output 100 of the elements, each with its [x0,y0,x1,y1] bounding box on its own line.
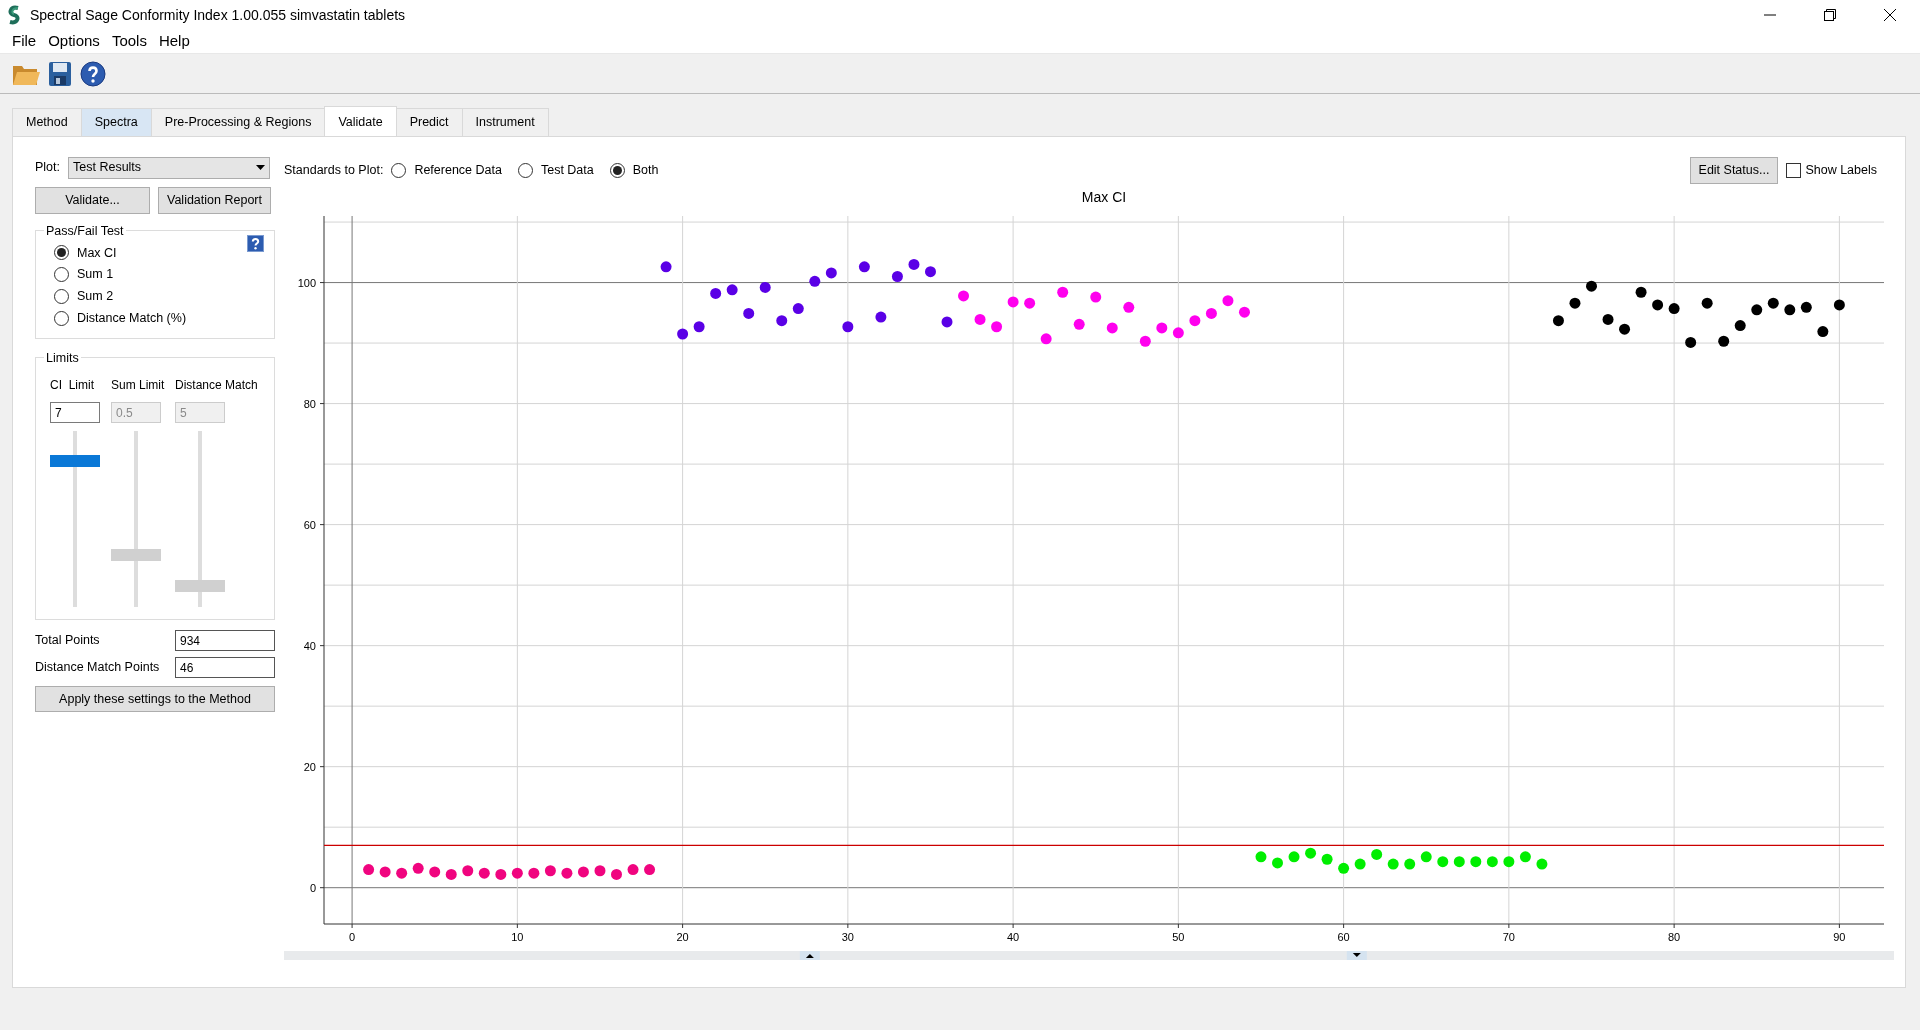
edit-status-button[interactable]: Edit Status... [1689,156,1779,184]
radio-button[interactable] [391,162,407,178]
menu-item[interactable]: Options [42,30,106,53]
data-point [1272,856,1283,868]
data-point [1453,855,1465,867]
radio-button[interactable] [54,310,69,326]
help-icon[interactable] [247,234,264,252]
data-point [495,868,507,880]
data-point [511,867,523,879]
app-logo-icon [6,5,22,25]
data-point [478,867,490,879]
data-point [1090,291,1102,303]
data-point [1586,280,1597,292]
data-point [1255,850,1267,862]
data-point [1817,325,1829,337]
data-point [1040,332,1052,344]
data-point [1437,855,1449,867]
tab[interactable]: Instrument [461,108,549,136]
data-point [1503,855,1515,867]
data-point [1139,335,1151,347]
data-point [611,868,622,880]
help-icon[interactable] [80,60,106,87]
restore-icon [1824,9,1836,21]
axis-tick-label: 70 [1502,930,1515,943]
data-point [842,320,854,332]
range-handle-icon [1346,950,1367,960]
data-point [594,864,606,876]
data-point [759,281,771,293]
data-point [1338,862,1350,874]
limit-label: CI Limit [50,376,95,394]
data-point [677,328,689,339]
checkbox[interactable] [1786,162,1802,178]
data-point [1668,302,1680,314]
data-point [1305,847,1317,859]
data-point [1470,855,1482,867]
data-point [1205,307,1217,319]
value-field[interactable]: 934 [175,629,275,651]
close-icon [1884,9,1896,21]
data-point [1701,297,1713,309]
axis-tick-label: 100 [297,276,316,289]
radio-button[interactable] [54,267,69,283]
data-point [1602,313,1614,325]
validation-report-button[interactable]: Validation Report [158,186,271,214]
data-point [561,867,573,879]
data-point [1106,321,1118,333]
data-point [660,260,672,272]
data-point [743,307,755,319]
data-point [396,867,408,879]
axis-tick-label: 80 [303,397,316,410]
data-point [693,320,705,332]
axis-tick-label: 20 [303,760,316,773]
data-point [1619,323,1631,335]
slider-thumb[interactable] [50,455,100,468]
data-point [1420,850,1432,862]
axis-tick-label: 30 [841,930,854,943]
menu-item[interactable]: File [6,30,43,53]
radio-label: Sum 1 [77,266,114,284]
radio-button[interactable] [54,288,69,304]
data-point [825,266,837,278]
data-point [1519,850,1531,862]
data-point [1007,295,1019,307]
limit-input-field[interactable]: 7 [50,401,100,423]
data-point [726,283,738,295]
validate-button[interactable]: Validate... [35,186,150,214]
data-point [1784,303,1796,315]
data-point [809,275,821,287]
plot-label: Plot: [35,159,60,177]
apply-settings-button[interactable]: Apply these settings to the Method [35,685,275,713]
data-point [908,258,920,270]
menu-item[interactable]: Tools [105,30,153,53]
tab[interactable]: Validate [324,106,397,136]
data-point [1321,853,1333,865]
plot-dropdown[interactable]: Test Results [68,156,270,179]
axis-tick-label: 50 [1172,930,1185,943]
axis-tick-label: 10 [511,930,524,943]
data-point [1751,303,1763,315]
standards-label: Standards to Plot: [284,161,384,179]
radio-button[interactable] [54,245,69,261]
axis-tick-label: 90 [1833,930,1846,943]
menu-item[interactable]: Help [152,30,196,53]
data-point [958,289,970,301]
value-field[interactable]: 46 [175,656,275,678]
data-point [1404,858,1416,870]
tab[interactable]: Method [12,108,82,136]
range-handle-icon [799,950,820,960]
data-point [462,864,474,876]
radio-button[interactable] [517,162,533,178]
tab[interactable]: Spectra [80,108,152,136]
data-point [1635,286,1647,298]
radio-button[interactable] [609,162,625,178]
data-point [1718,335,1730,347]
field-label: Total Points [35,631,101,649]
axis-tick-label: 60 [1337,930,1350,943]
axis-tick-label: 0 [309,881,316,894]
data-point [445,868,457,880]
data-point [627,863,639,875]
radio-label: Test Data [540,161,594,179]
data-point [1552,314,1564,326]
data-point [363,863,375,875]
data-point [1767,297,1779,309]
